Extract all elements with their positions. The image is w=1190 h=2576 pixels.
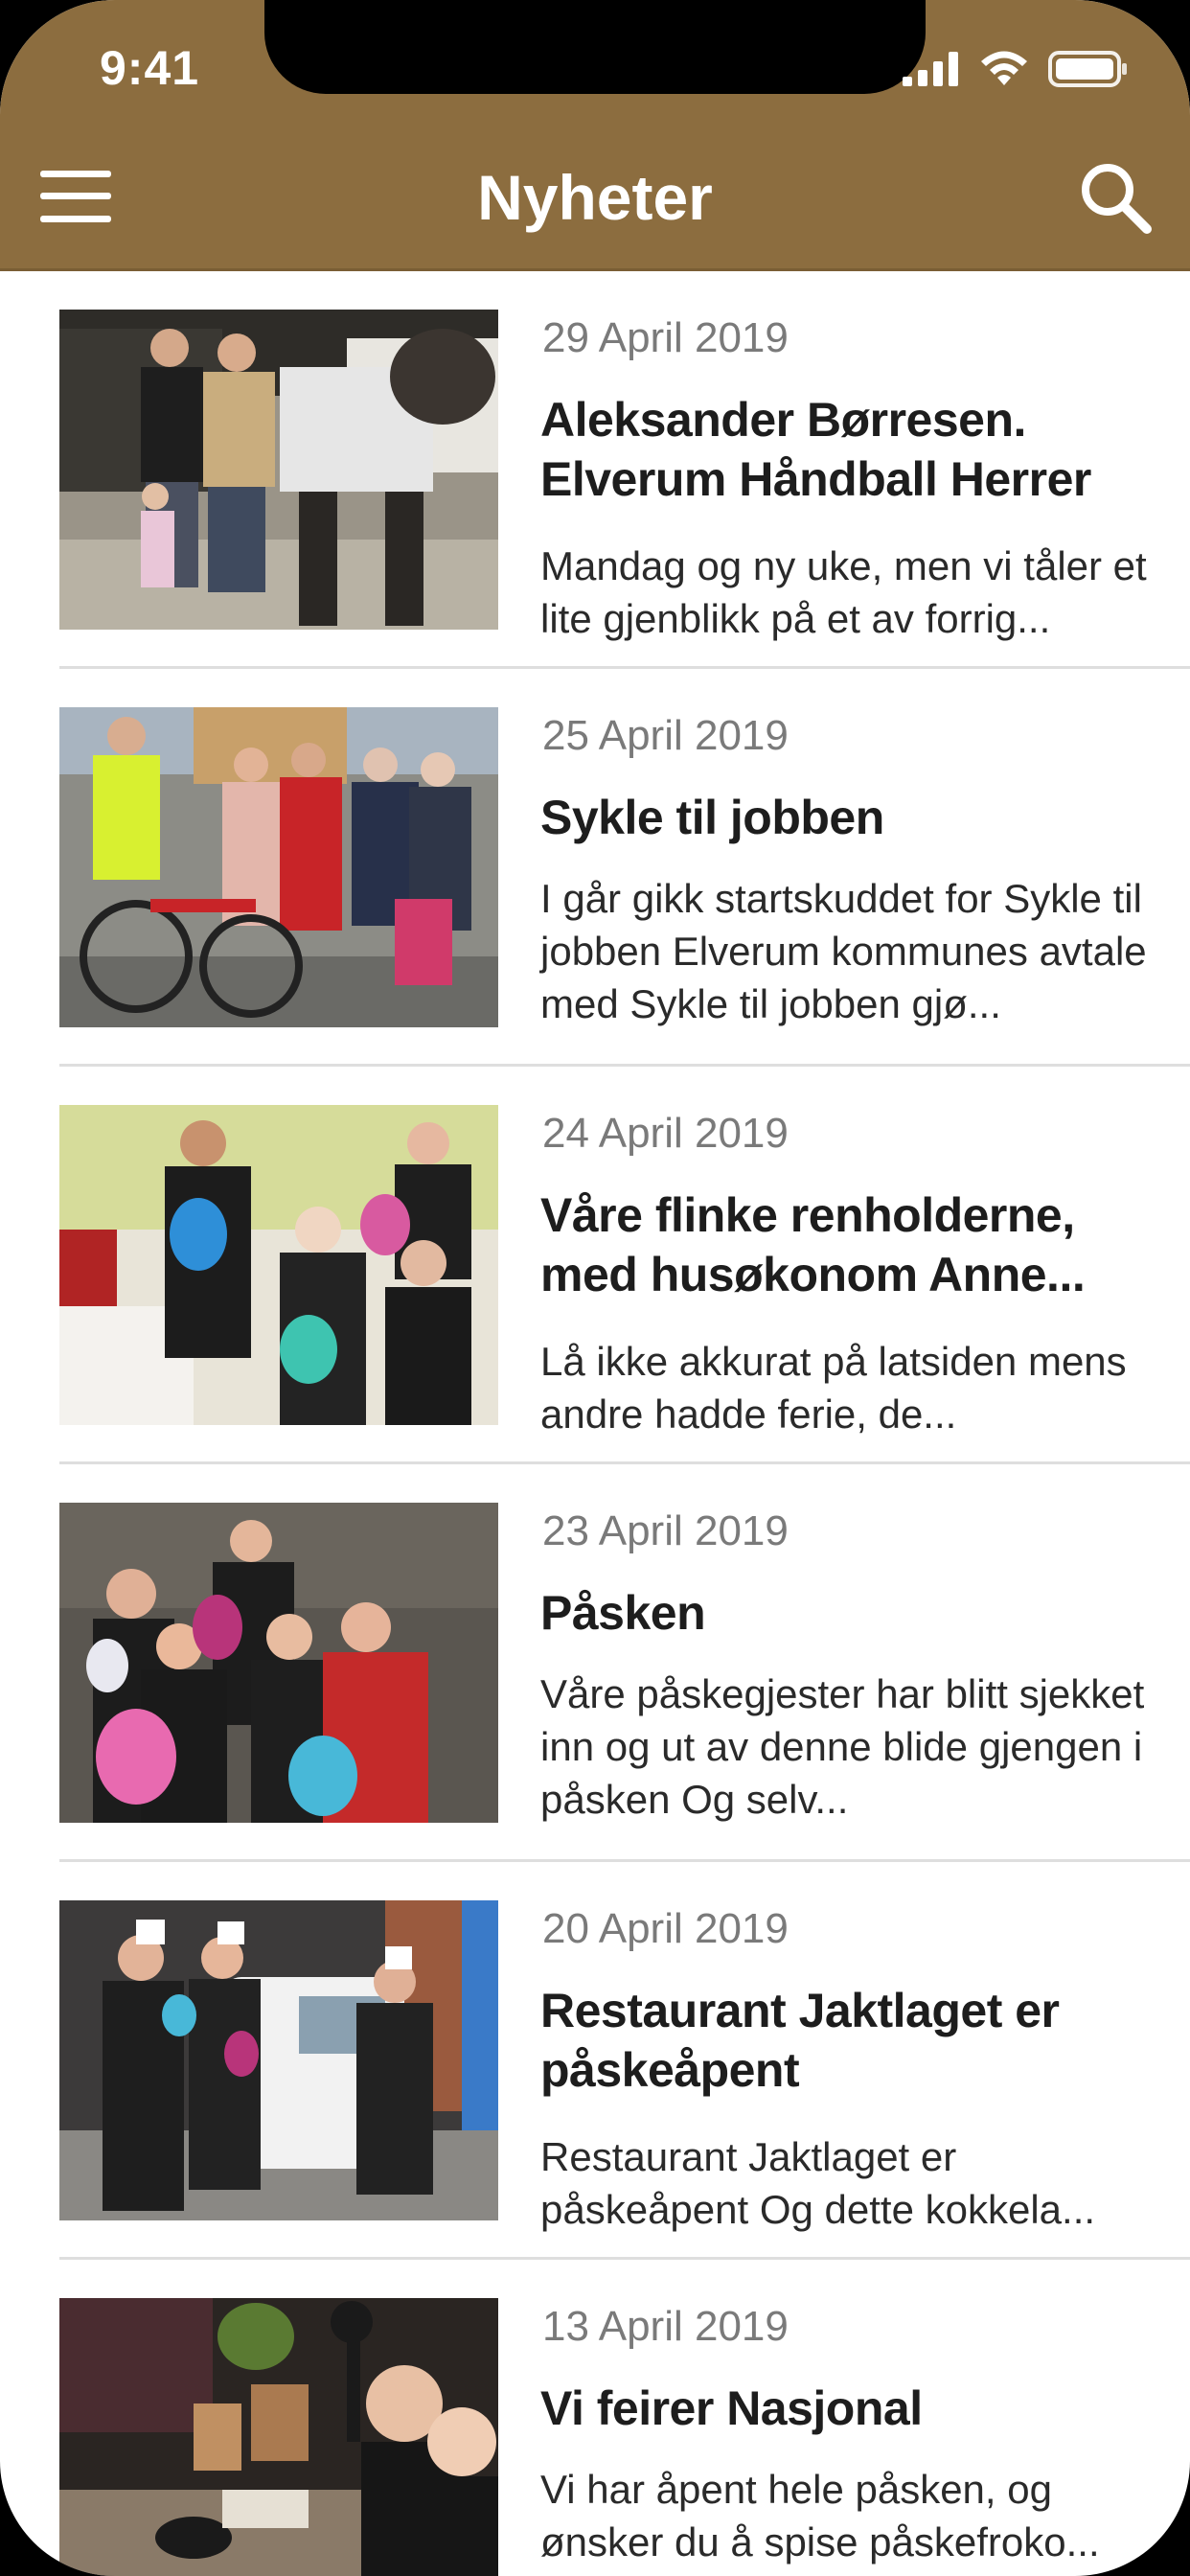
app-screen: 9:41 Nyheter 29 April 2019 Aleksander Bø…: [0, 0, 1190, 2576]
battery-icon: [1048, 51, 1127, 87]
news-excerpt: Mandag og ny uke, men vi tåler et lite g…: [540, 543, 1147, 641]
news-title: Sykle til jobben: [540, 791, 884, 844]
news-item[interactable]: 20 April 2019 Restaurant Jaktlaget er på…: [0, 1862, 1190, 2260]
news-thumbnail: [59, 1105, 498, 1425]
news-excerpt: Restaurant Jaktlaget er påskeåpent Og de…: [540, 2134, 1096, 2232]
news-thumbnail: [59, 1503, 498, 1823]
status-icons: [903, 50, 1129, 88]
device-notch: [264, 0, 926, 94]
status-time: 9:41: [100, 41, 200, 95]
news-date: 25 April 2019: [542, 712, 789, 759]
news-date: 13 April 2019: [542, 2303, 789, 2350]
news-title: Aleksander Børresen. Elverum Håndball He…: [540, 393, 1091, 506]
news-item[interactable]: 13 April 2019 Vi feirer Nasjonal Vi har …: [0, 2260, 1190, 2576]
news-item[interactable]: 29 April 2019 Aleksander Børresen. Elver…: [0, 271, 1190, 669]
news-item[interactable]: 23 April 2019 Påsken Våre påskegjester h…: [0, 1464, 1190, 1862]
news-date: 23 April 2019: [542, 1507, 789, 1554]
news-title: Påsken: [540, 1586, 706, 1640]
news-item[interactable]: 25 April 2019 Sykle til jobben I går gik…: [0, 669, 1190, 1067]
news-date: 20 April 2019: [542, 1905, 789, 1952]
news-title: Vi feirer Nasjonal: [540, 2381, 923, 2435]
news-excerpt: I går gikk startskuddet for Sykle til jo…: [540, 876, 1147, 1026]
news-list: 29 April 2019 Aleksander Børresen. Elver…: [0, 271, 1190, 2576]
cellular-signal-icon: [903, 52, 958, 86]
search-icon[interactable]: [1077, 159, 1154, 236]
news-excerpt: Våre påskegjester har blitt sjekket inn …: [540, 1671, 1145, 1822]
news-thumbnail: [59, 310, 498, 630]
news-title: Restaurant Jaktlaget er påskeåpent: [540, 1984, 1060, 2097]
header-bar: 9:41 Nyheter: [0, 0, 1190, 271]
news-thumbnail: [59, 2298, 498, 2576]
news-thumbnail: [59, 707, 498, 1027]
wifi-icon: [981, 51, 1027, 85]
news-item[interactable]: 24 April 2019 Våre flinke renholderne, m…: [0, 1067, 1190, 1464]
news-excerpt: Vi har åpent hele påsken, og ønsker du å…: [540, 2467, 1100, 2564]
news-title: Våre flinke renholderne, med husøkonom A…: [540, 1188, 1086, 1301]
news-thumbnail: [59, 1900, 498, 2220]
news-date: 29 April 2019: [542, 314, 789, 361]
news-date: 24 April 2019: [542, 1110, 789, 1157]
page-title: Nyheter: [477, 162, 713, 233]
news-excerpt: Lå ikke akkurat på latsiden mens andre h…: [540, 1339, 1127, 1437]
